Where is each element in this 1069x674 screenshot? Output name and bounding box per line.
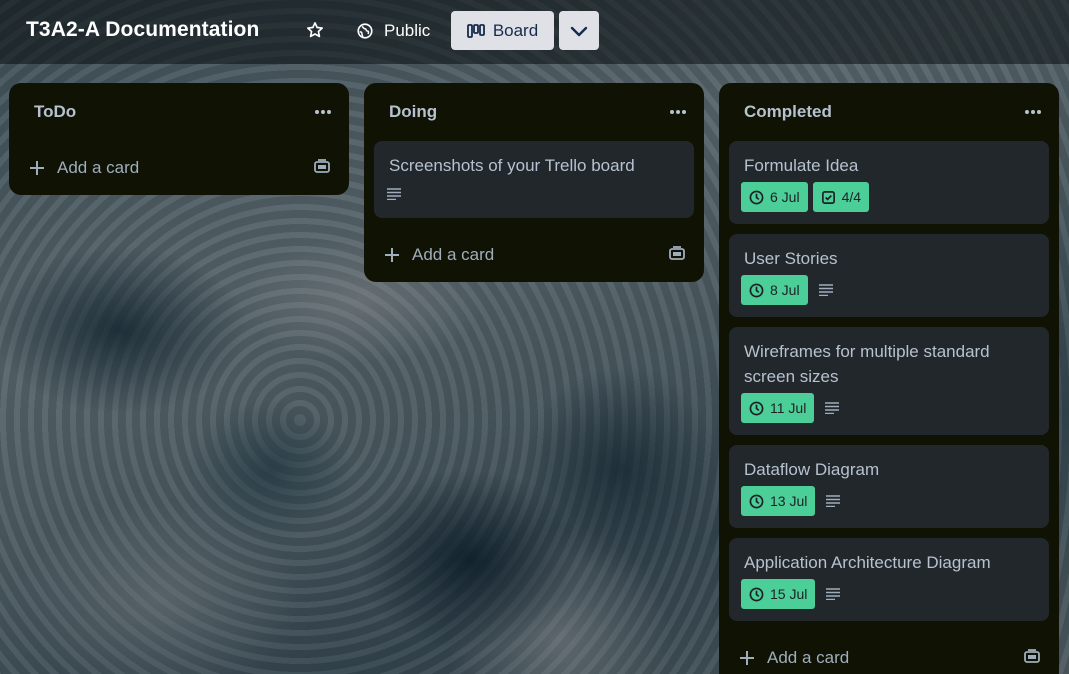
board-view-label: Board bbox=[492, 20, 539, 40]
card-title: User Stories bbox=[744, 249, 838, 268]
description-icon bbox=[813, 278, 839, 302]
due-date-badge[interactable]: 6 Jul bbox=[741, 182, 808, 212]
clock-icon bbox=[749, 190, 764, 204]
plus-icon bbox=[740, 651, 754, 665]
board-view-button[interactable]: Board bbox=[451, 11, 554, 50]
card[interactable]: Dataflow Diagram 13 Jul bbox=[729, 445, 1049, 528]
card-title: Formulate Idea bbox=[744, 156, 859, 175]
star-icon bbox=[307, 22, 323, 38]
clock-icon bbox=[749, 401, 764, 415]
list-title[interactable]: ToDo bbox=[34, 102, 76, 122]
card[interactable]: Wireframes for multiple standard screen … bbox=[729, 327, 1049, 435]
card-badges: 11 Jul bbox=[741, 393, 1034, 423]
checkbox-icon bbox=[821, 190, 835, 204]
checklist-badge: 4/4 bbox=[812, 182, 870, 212]
card[interactable]: Application Architecture Diagram 15 Jul bbox=[729, 538, 1049, 621]
list-title[interactable]: Doing bbox=[389, 102, 437, 122]
due-date-text: 15 Jul bbox=[770, 586, 808, 602]
card-badges bbox=[387, 182, 679, 206]
list-header: Completed bbox=[729, 83, 1049, 141]
card-template-icon[interactable] bbox=[1023, 648, 1041, 669]
description-icon bbox=[820, 489, 846, 513]
due-date-badge[interactable]: 8 Jul bbox=[741, 275, 808, 305]
plus-icon bbox=[385, 248, 399, 262]
card-title: Dataflow Diagram bbox=[744, 460, 880, 479]
board-header: T3A2-A Documentation Public Board bbox=[0, 0, 1069, 64]
add-card-button[interactable]: Add a card bbox=[384, 245, 494, 265]
list-title[interactable]: Completed bbox=[744, 102, 832, 122]
board-icon bbox=[466, 23, 485, 38]
description-icon bbox=[820, 582, 846, 606]
clock-icon bbox=[749, 283, 764, 297]
list-header: Doing bbox=[374, 83, 694, 141]
clock-icon bbox=[749, 587, 764, 601]
list-todo: ToDo Add a card bbox=[9, 83, 349, 195]
due-date-badge[interactable]: 15 Jul bbox=[741, 579, 816, 609]
card-title: Wireframes for multiple standard screen … bbox=[744, 342, 990, 386]
add-card-row: Add a card bbox=[729, 631, 1049, 674]
description-icon bbox=[819, 396, 845, 420]
card-badges: 6 Jul 4/4 bbox=[741, 182, 1034, 212]
add-card-button[interactable]: Add a card bbox=[739, 648, 849, 668]
card[interactable]: User Stories 8 Jul bbox=[729, 234, 1049, 317]
description-icon bbox=[381, 182, 407, 206]
visibility-button[interactable]: Public bbox=[348, 16, 438, 46]
list-header: ToDo bbox=[19, 83, 339, 141]
card-template-icon[interactable] bbox=[668, 245, 686, 266]
chevron-down-icon bbox=[570, 26, 588, 36]
add-card-row: Add a card bbox=[374, 228, 694, 282]
clock-icon bbox=[749, 494, 764, 508]
plus-icon bbox=[30, 161, 44, 175]
star-button[interactable] bbox=[301, 16, 329, 44]
due-date-text: 6 Jul bbox=[770, 189, 800, 205]
due-date-text: 13 Jul bbox=[770, 493, 808, 509]
due-date-badge[interactable]: 13 Jul bbox=[741, 486, 816, 516]
globe-icon bbox=[357, 23, 373, 39]
add-card-button[interactable]: Add a card bbox=[29, 158, 139, 178]
add-card-label: Add a card bbox=[767, 648, 850, 667]
visibility-label: Public bbox=[384, 21, 431, 40]
card-badges: 13 Jul bbox=[741, 486, 1034, 516]
view-switcher-dropdown[interactable] bbox=[559, 11, 599, 50]
card-badges: 15 Jul bbox=[741, 579, 1034, 609]
card-template-icon[interactable] bbox=[313, 158, 331, 179]
due-date-text: 8 Jul bbox=[770, 282, 800, 298]
card-badges: 8 Jul bbox=[741, 275, 1034, 305]
add-card-row: Add a card bbox=[19, 141, 339, 195]
due-date-text: 11 Jul bbox=[770, 400, 807, 416]
due-date-badge[interactable]: 11 Jul bbox=[741, 393, 815, 423]
board-title[interactable]: T3A2-A Documentation bbox=[26, 18, 259, 42]
card-title: Screenshots of your Trello board bbox=[389, 156, 635, 175]
more-dots-icon[interactable] bbox=[311, 100, 335, 124]
checklist-text: 4/4 bbox=[841, 189, 862, 205]
card[interactable]: Screenshots of your Trello board bbox=[374, 141, 694, 218]
list-doing: Doing Screenshots of your Trello board A… bbox=[364, 83, 704, 282]
card-title: Application Architecture Diagram bbox=[744, 553, 991, 572]
more-dots-icon[interactable] bbox=[1021, 100, 1045, 124]
card[interactable]: Formulate Idea 6 Jul 4/4 bbox=[729, 141, 1049, 224]
list-completed: Completed Formulate Idea 6 Jul 4/4 User … bbox=[719, 83, 1059, 674]
add-card-label: Add a card bbox=[57, 158, 140, 177]
add-card-label: Add a card bbox=[412, 245, 495, 264]
more-dots-icon[interactable] bbox=[666, 100, 690, 124]
